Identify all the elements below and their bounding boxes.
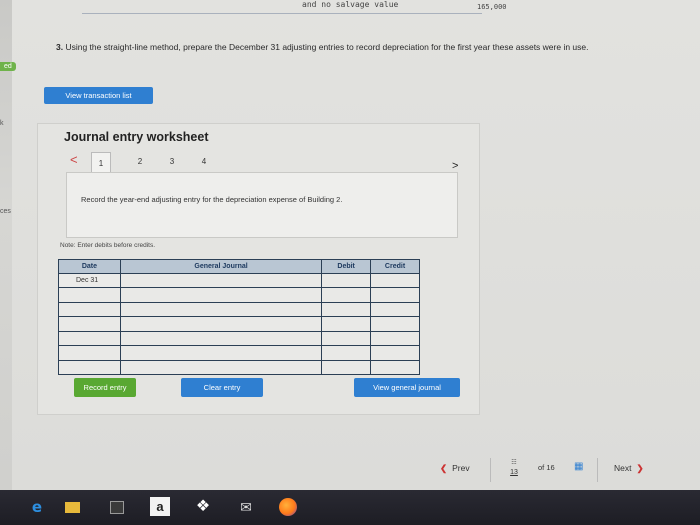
entry-description-box: Record the year-end adjusting entry for … xyxy=(66,172,458,238)
top-table-strip: and no salvage value 165,000 xyxy=(82,0,507,14)
debit-cell[interactable] xyxy=(321,273,372,288)
dropbox-icon[interactable]: ❖ xyxy=(193,497,213,517)
table-row xyxy=(58,330,420,346)
firefox-icon[interactable] xyxy=(278,497,298,517)
tab-2[interactable]: 2 xyxy=(130,157,150,166)
journal-entry-worksheet: Journal entry worksheet < 1 2 3 4 > Reco… xyxy=(37,123,480,415)
tab-prev-arrow[interactable]: < xyxy=(70,152,78,167)
tab-next-arrow[interactable]: > xyxy=(452,160,458,172)
next-label: Next xyxy=(614,463,632,473)
debit-cell[interactable] xyxy=(321,316,372,332)
prev-label: Prev xyxy=(452,463,470,473)
clear-entry-button[interactable]: Clear entry xyxy=(181,378,263,397)
textbook-page: and no salvage value 165,000 ed k ces 3.… xyxy=(0,0,700,490)
tab-4[interactable]: 4 xyxy=(194,157,214,166)
account-cell[interactable] xyxy=(119,287,323,303)
credit-cell[interactable] xyxy=(370,287,420,303)
pager-divider xyxy=(597,458,598,482)
date-cell[interactable] xyxy=(58,287,121,303)
table-row xyxy=(58,301,420,317)
page-grid-icon[interactable]: ▦ xyxy=(574,461,583,472)
page-number-box[interactable]: ☷ 13 xyxy=(507,459,521,477)
debit-cell[interactable] xyxy=(321,287,372,303)
record-entry-button[interactable]: Record entry xyxy=(74,378,136,397)
credit-cell[interactable] xyxy=(370,273,420,288)
mail-icon[interactable]: ✉ xyxy=(234,497,258,517)
worksheet-title: Journal entry worksheet xyxy=(64,130,209,144)
edge-icon[interactable]: e xyxy=(28,497,46,517)
amazon-icon[interactable]: a xyxy=(150,497,170,516)
credit-cell[interactable] xyxy=(370,301,420,317)
debit-cell[interactable] xyxy=(321,301,372,317)
date-cell[interactable] xyxy=(58,316,121,332)
account-cell[interactable] xyxy=(119,316,323,332)
view-general-journal-button[interactable]: View general journal xyxy=(354,378,460,397)
journal-table: Date General Journal Debit Credit Dec 31 xyxy=(58,259,420,375)
credit-cell[interactable] xyxy=(370,330,420,346)
page-total: of 16 xyxy=(538,463,555,472)
prev-page-button[interactable]: ❮ Prev xyxy=(440,463,470,474)
table-row xyxy=(58,359,420,375)
debit-cell[interactable] xyxy=(321,359,372,375)
next-page-button[interactable]: Next ❯ xyxy=(614,463,644,474)
pages-icon: ☷ xyxy=(511,460,517,466)
left-tab-k[interactable]: k xyxy=(0,120,4,127)
entry-description: Record the year-end adjusting entry for … xyxy=(81,195,343,204)
debit-cell[interactable] xyxy=(321,330,372,346)
next-chevron-icon: ❯ xyxy=(636,463,644,473)
account-cell[interactable] xyxy=(119,359,323,375)
date-cell[interactable]: Dec 31 xyxy=(58,273,121,288)
prev-chevron-icon: ❮ xyxy=(440,463,448,473)
credit-cell[interactable] xyxy=(370,316,420,332)
account-cell[interactable] xyxy=(119,301,323,317)
top-value: 165,000 xyxy=(477,3,507,11)
question-number: 3. xyxy=(56,42,64,52)
table-row: Dec 31 xyxy=(58,273,420,288)
top-label: and no salvage value xyxy=(302,0,399,9)
header-date: Date xyxy=(58,259,121,274)
view-transaction-list-button[interactable]: View transaction list xyxy=(44,87,153,104)
account-cell[interactable] xyxy=(119,345,323,361)
question-text: Using the straight-line method, prepare … xyxy=(65,42,589,52)
header-debit: Debit xyxy=(321,259,372,274)
file-explorer-icon[interactable] xyxy=(63,497,81,517)
store-icon[interactable] xyxy=(108,497,126,517)
tab-3[interactable]: 3 xyxy=(162,157,182,166)
date-cell[interactable] xyxy=(58,359,121,375)
credit-cell[interactable] xyxy=(370,345,420,361)
pager-divider xyxy=(490,458,491,482)
table-row xyxy=(58,287,420,303)
table-row xyxy=(58,345,420,361)
question-instruction: 3. Using the straight-line method, prepa… xyxy=(56,42,676,52)
left-tab-badge[interactable]: ed xyxy=(0,62,16,71)
current-page: 13 xyxy=(510,469,518,476)
date-cell[interactable] xyxy=(58,301,121,317)
account-cell[interactable] xyxy=(119,273,323,288)
windows-taskbar: e a ❖ ✉ xyxy=(0,490,700,525)
debit-cell[interactable] xyxy=(321,345,372,361)
tab-1[interactable]: 1 xyxy=(91,152,111,174)
debit-credit-note: Note: Enter debits before credits. xyxy=(60,242,156,249)
header-credit: Credit xyxy=(370,259,420,274)
account-cell[interactable] xyxy=(119,330,323,346)
credit-cell[interactable] xyxy=(370,359,420,375)
header-general-journal: General Journal xyxy=(119,259,323,274)
left-tab-ces[interactable]: ces xyxy=(0,208,11,215)
date-cell[interactable] xyxy=(58,330,121,346)
table-row xyxy=(58,316,420,332)
worksheet-tabs: < 1 2 3 4 > xyxy=(66,152,466,174)
table-header-row: Date General Journal Debit Credit xyxy=(58,259,420,274)
date-cell[interactable] xyxy=(58,345,121,361)
